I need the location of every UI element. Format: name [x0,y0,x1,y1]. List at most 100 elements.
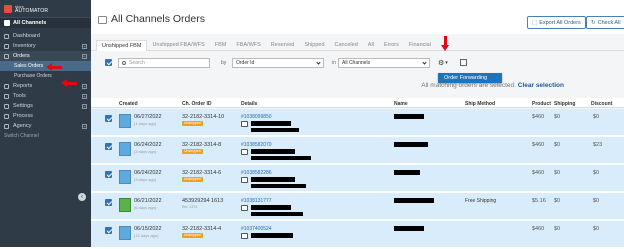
table-row[interactable]: 06/24/2022 (3 days ago) 32-2182-3314-6 U… [91,165,624,193]
tab-unshipped-fbm[interactable]: Unshipped FBM [96,40,148,51]
col-name[interactable]: Name [394,101,408,107]
selection-notice: All matching orders are selected. Clear … [91,82,624,89]
status-badge: Unshipped [182,233,203,238]
status-badge: Unshipped [182,121,203,126]
sidebar-item-label: Reports [13,83,33,89]
table-row[interactable]: 06/21/2022 (6 days ago) 453929294 1613 R… [91,193,624,221]
order-link[interactable]: #1038099850 [241,114,272,120]
dashboard-icon [4,33,9,39]
expand-plus-icon[interactable]: + [82,43,87,49]
created-ago: (3 days ago) [134,149,157,154]
table-row[interactable]: 06/27/2022 (1 days ago) 32-2182-3314-10 … [91,109,624,137]
export-all-orders-button[interactable]: ⬚ Export All Orders [527,16,586,29]
redacted-name [394,114,424,119]
orders-table-body: 06/27/2022 (1 days ago) 32-2182-3314-10 … [91,109,624,249]
sidebar-item-agency[interactable]: Agency + [0,121,91,131]
brand-name-text: AUTOMATOR [15,7,49,14]
status-badge: Unshipped [182,177,203,182]
sidebar-item-label: Process [13,113,33,119]
product-thumbnail [119,226,131,240]
channel-order-id: 32-2182-3314-8 [182,142,222,148]
product-price: $460 [532,170,545,176]
inventory-icon [4,43,9,49]
sidebar-item-inventory[interactable]: Inventory + [0,41,91,51]
sidebar-item-dashboard[interactable]: Dashboard [0,31,91,41]
search-input[interactable]: Search [118,58,210,68]
created-date: 06/21/2022 [134,198,162,204]
status-badge: Unshipped [182,149,203,154]
redacted-details [251,149,295,154]
tab-errors[interactable]: Errors [379,40,404,51]
row-checkbox[interactable] [105,199,112,206]
redacted-name [394,170,420,175]
row-checkbox[interactable] [105,171,112,178]
page-title: All Channels Orders [111,13,205,25]
sidebar-item-label: Sales Orders [14,63,44,69]
table-row[interactable]: 06/15/2022 (12 days ago) 32-2182-3314-4 … [91,221,624,249]
created-date: 06/24/2022 [134,170,162,176]
row-checkbox[interactable] [105,115,112,122]
expand-plus-icon[interactable]: + [82,103,87,109]
expand-plus-icon[interactable]: + [82,93,87,99]
created-ago: (12 days ago) [134,233,159,238]
shipping-price: $0 [554,114,561,120]
order-link[interactable]: #1038582286 [241,170,272,176]
in-label: in [332,60,336,66]
search-icon [122,61,126,65]
expand-plus-icon[interactable]: + [82,123,87,129]
col-ship-method: Ship Method [465,101,495,107]
tab-shipped[interactable]: Shipped [299,40,329,51]
col-order-id[interactable]: Ch. Order ID [182,101,211,107]
tab-financial[interactable]: Financial [404,40,436,51]
redacted-details [251,233,293,238]
check-all-button[interactable]: ↻ Check All [586,16,624,29]
open-external-icon[interactable] [460,59,467,66]
sidebar-item-orders[interactable]: Orders − [0,51,91,61]
sidebar-item-process[interactable]: Process [0,111,91,121]
tab-fbm[interactable]: FBM [210,40,232,51]
redacted-details [251,128,299,132]
channel-value: All Channels [342,60,371,66]
col-discount: Discount [591,101,613,107]
channel-title: All Channels [13,20,47,26]
sidebar-item-label: Inventory [13,43,36,49]
tab-reserved[interactable]: Reserved [266,40,300,51]
col-shipping: Shipping [554,101,576,107]
discount-value: $0 [593,114,600,120]
tab-all[interactable]: All [363,40,379,51]
channel-select[interactable]: All Channels [338,58,430,68]
product-price: $5.16 [532,198,546,204]
tab-unshipped-fba-wfs[interactable]: Unshipped FBA/WFS [147,40,209,51]
shipping-price: $0 [554,142,561,148]
expand-plus-icon[interactable]: + [82,83,87,89]
actions-gear-button[interactable]: ⚙ ▾ [438,57,452,68]
page-header: All Channels Orders ⬚ Export All Orders … [91,0,624,34]
order-link[interactable]: #1038131777 [241,198,272,204]
shipping-price: $0 [554,198,561,204]
sidebar-item-reports[interactable]: Reports + [0,81,91,91]
sidebar-item-purchase-orders[interactable]: Purchase Orders [0,71,91,81]
sidebar-collapse-icon[interactable]: ‹ [78,193,86,201]
orders-page-icon [98,16,107,24]
channel-selector[interactable]: All Channels [0,18,91,28]
collapse-minus-icon[interactable]: − [82,53,87,59]
switch-channel-link[interactable]: Switch Channel [0,131,91,141]
refresh-icon: ↻ [591,19,596,26]
col-created[interactable]: Created [119,101,138,107]
row-checkbox[interactable] [105,143,112,150]
tab-canceled[interactable]: Canceled [330,40,363,51]
search-placeholder: Search [129,60,145,66]
select-all-checkbox[interactable] [105,59,112,66]
table-header: Created Ch. Order ID Details Name Ship M… [91,98,624,108]
row-checkbox[interactable] [105,227,112,234]
sidebar-item-tools[interactable]: Tools + [0,91,91,101]
order-link[interactable]: #1038582070 [241,142,272,148]
table-row[interactable]: 06/24/2022 (3 days ago) 32-2182-3314-8 U… [91,137,624,165]
sidebar-item-settings[interactable]: Settings + [0,101,91,111]
car-icon [241,149,248,155]
order-link[interactable]: #1037400524 [241,226,272,232]
created-date: 06/15/2022 [134,226,162,232]
tab-fba-wfs[interactable]: FBA/WFS [231,40,265,51]
clear-selection-link[interactable]: Clear selection [518,82,564,89]
search-field-select[interactable]: Order Id [232,58,324,68]
